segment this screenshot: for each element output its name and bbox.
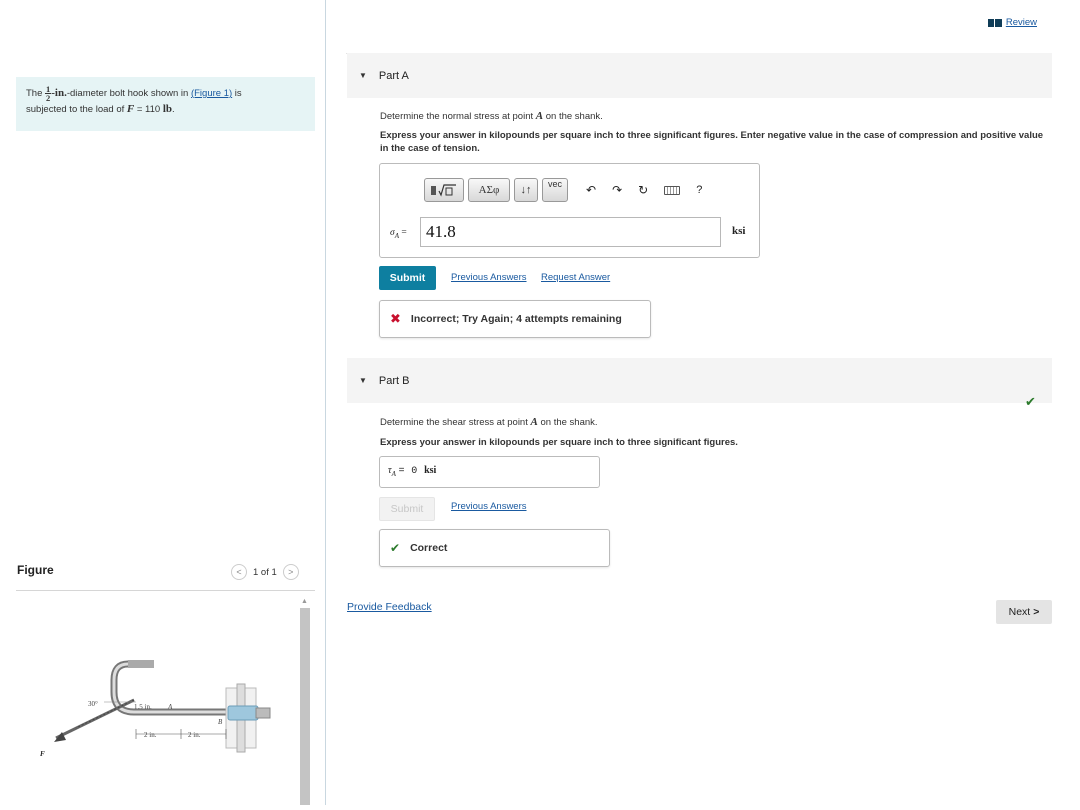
bolt-hook-diagram: 30° 1.5 in. A 2 in. 2 in. B F xyxy=(40,660,271,758)
part-b-question: Determine the shear stress at point A on… xyxy=(380,416,598,428)
part-b-header[interactable]: ▼ Part B xyxy=(347,358,1052,403)
reset-icon[interactable]: ↻ xyxy=(638,183,648,197)
problem-text-mid: -diameter bolt hook shown in xyxy=(66,88,189,100)
incorrect-icon: ✖ xyxy=(390,311,401,326)
review-link[interactable]: Review xyxy=(1006,17,1037,28)
part-b-unit: ksi xyxy=(424,465,437,476)
toolbar-actions: ↶ ↷ ↻ ? xyxy=(586,183,702,197)
part-a-label: σA = xyxy=(390,228,407,240)
load-unit: lb xyxy=(162,103,173,115)
figure-pager: < 1 of 1 > xyxy=(231,564,299,580)
pager-count: 1 of 1 xyxy=(253,566,277,578)
request-answer-link[interactable]: Request Answer xyxy=(541,272,610,283)
part-b-equals: = xyxy=(398,465,405,476)
part-a-title: Part A xyxy=(378,69,409,82)
review-icon xyxy=(987,18,1002,27)
problem-text-is: is xyxy=(234,88,242,100)
figure-title: Figure xyxy=(17,563,54,577)
correct-icon: ✔ xyxy=(390,541,401,555)
part-a-question-end: on the shank. xyxy=(545,111,603,122)
next-label: Next xyxy=(1008,606,1031,618)
next-button[interactable]: Next > xyxy=(996,600,1052,624)
problem-text: The xyxy=(26,88,43,100)
part-a-submit-button[interactable]: Submit xyxy=(379,266,436,290)
scroll-up-icon[interactable]: ▲ xyxy=(301,598,308,605)
problem-unit: -in. xyxy=(51,87,67,100)
dim-2b-label: 2 in. xyxy=(188,731,201,739)
figure-link[interactable]: (Figure 1) xyxy=(191,88,232,99)
point-b-label: B xyxy=(218,718,223,726)
dim-2a-label: 2 in. xyxy=(144,731,157,739)
part-b-feedback-text: Correct xyxy=(410,542,448,554)
math-toolbar: ΑΣφ ↓↑ vec ↶ ↷ ↻ ? xyxy=(424,178,702,202)
greek-button[interactable]: ΑΣφ xyxy=(468,178,510,202)
problem-statement: The 1 2 -in.-diameter bolt hook shown in (… xyxy=(16,77,315,131)
equals-sign: = xyxy=(401,228,407,238)
load-end: . xyxy=(172,104,175,115)
dim-15-label: 1.5 in. xyxy=(134,703,152,711)
part-b-question-end: on the shank. xyxy=(540,417,598,428)
part-b-instruction: Express your answer in kilopounds per sq… xyxy=(380,437,738,448)
subscript-button[interactable]: ↓↑ xyxy=(514,178,538,202)
angle-label: 30° xyxy=(88,700,98,708)
part-a-point: A xyxy=(535,110,544,122)
chevron-right-icon: > xyxy=(1033,606,1040,618)
part-a-answer-input[interactable] xyxy=(420,217,721,247)
prev-figure-button[interactable]: < xyxy=(231,564,247,580)
undo-icon[interactable]: ↶ xyxy=(586,183,596,197)
part-a-feedback: ✖ Incorrect; Try Again; 4 attempts remai… xyxy=(379,300,651,338)
redo-icon[interactable]: ↷ xyxy=(612,183,622,197)
sigma-subscript: A xyxy=(394,231,399,240)
part-b-point: A xyxy=(530,416,538,428)
tau-subscript: A xyxy=(391,470,396,478)
left-panel: The 1 2 -in.-diameter bolt hook shown in (… xyxy=(0,0,326,805)
next-figure-button[interactable]: > xyxy=(282,564,299,580)
fraction-root-icon xyxy=(431,184,456,197)
review-link-group[interactable]: Review xyxy=(987,17,1037,28)
figure-divider xyxy=(16,590,315,591)
part-b-submit-button: Submit xyxy=(379,497,435,521)
part-a-instruction: Express your answer in kilopounds per sq… xyxy=(380,130,1044,154)
part-b-title: Part B xyxy=(378,374,410,387)
part-b-previous-answers-link[interactable]: Previous Answers xyxy=(451,501,527,512)
part-a-header[interactable]: ▼ Part A xyxy=(347,53,1052,98)
load-symbol: F xyxy=(126,103,135,115)
vec-button[interactable]: vec xyxy=(542,178,568,202)
figure-scrollbar[interactable]: ▲ xyxy=(298,596,312,805)
part-a-feedback-text: Incorrect; Try Again; 4 attempts remaini… xyxy=(410,313,622,325)
collapse-triangle-icon[interactable]: ▼ xyxy=(359,71,367,80)
part-a-unit: ksi xyxy=(732,225,746,237)
part-a-previous-answers-link[interactable]: Previous Answers xyxy=(451,272,527,283)
part-b-answer-box: τA = 0 ksi xyxy=(379,456,600,488)
scroll-thumb[interactable] xyxy=(300,608,310,805)
provide-feedback-link[interactable]: Provide Feedback xyxy=(347,601,432,613)
force-label: F xyxy=(40,750,45,758)
collapse-triangle-icon[interactable]: ▼ xyxy=(359,376,367,385)
problem-text-line2: subjected to the load of xyxy=(26,104,125,115)
template-button[interactable] xyxy=(424,178,464,202)
part-a-question: Determine the normal stress at point A o… xyxy=(380,110,603,122)
keyboard-icon[interactable] xyxy=(664,185,681,195)
part-b-answer-value: 0 xyxy=(411,466,418,477)
part-b-question-text: Determine the shear stress at point xyxy=(380,417,528,428)
part-b-feedback: ✔ Correct xyxy=(379,529,610,567)
part-a-question-text: Determine the normal stress at point xyxy=(380,111,534,122)
point-a-label: A xyxy=(167,703,173,711)
help-icon[interactable]: ? xyxy=(696,184,702,196)
figure-image: 30° 1.5 in. A 2 in. 2 in. B F xyxy=(16,596,298,805)
part-a-answer-box: ΑΣφ ↓↑ vec ↶ ↷ ↻ ? σA = ksi xyxy=(379,163,760,258)
load-value: = 110 xyxy=(136,104,161,115)
correct-check-icon: ✔ xyxy=(1025,394,1036,409)
